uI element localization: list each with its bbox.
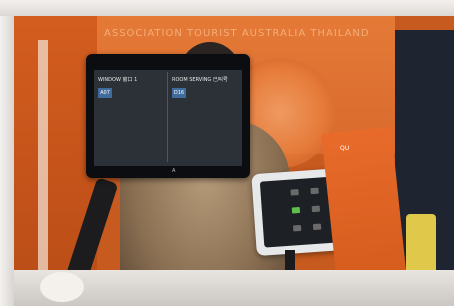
app-tile[interactable]	[290, 189, 299, 196]
right-button[interactable]: D16	[172, 88, 186, 98]
monitor-brand: A	[172, 168, 176, 174]
sign-text: QU	[340, 145, 350, 152]
photo-scene: ASSOCIATION TOURIST AUSTRALIA THAILAND W…	[0, 0, 454, 306]
wall-text: ASSOCIATION TOURIST AUSTRALIA THAILAND	[104, 28, 370, 39]
yellow-device	[406, 214, 436, 274]
left-button[interactable]: A07	[98, 88, 112, 98]
app-tile[interactable]	[312, 223, 322, 231]
app-tile[interactable]	[311, 205, 321, 213]
lucky-cat	[40, 272, 84, 302]
left-title: WINDOW 窗口 1	[98, 77, 138, 83]
left-border	[0, 0, 14, 306]
app-tile[interactable]	[292, 224, 302, 232]
top-border	[0, 0, 454, 16]
screen-divider	[167, 72, 168, 162]
white-pole	[38, 40, 48, 300]
app-tile[interactable]	[291, 206, 301, 214]
right-title: ROOM SERVING 已叫号	[172, 77, 228, 83]
app-tile[interactable]	[310, 187, 319, 195]
